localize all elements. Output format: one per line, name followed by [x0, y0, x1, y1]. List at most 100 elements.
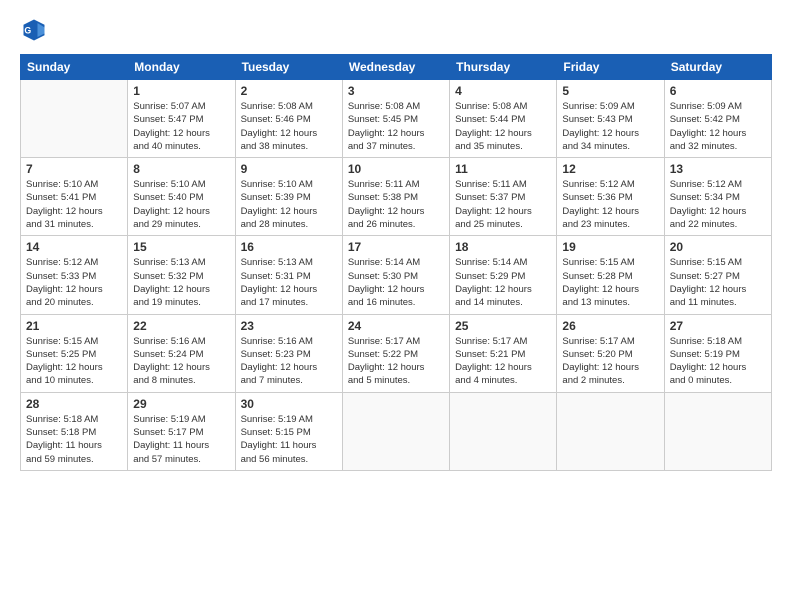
- day-cell: 3 Sunrise: 5:08 AM Sunset: 5:45 PM Daylig…: [342, 80, 449, 158]
- day-cell: 30 Sunrise: 5:19 AM Sunset: 5:15 PM Dayli…: [235, 392, 342, 470]
- day-info: Sunrise: 5:10 AM Sunset: 5:41 PM Dayligh…: [26, 178, 122, 231]
- day-number: 24: [348, 319, 444, 333]
- day-info: Sunrise: 5:08 AM Sunset: 5:46 PM Dayligh…: [241, 100, 337, 153]
- day-number: 19: [562, 240, 658, 254]
- day-cell: [450, 392, 557, 470]
- day-cell: 2 Sunrise: 5:08 AM Sunset: 5:46 PM Daylig…: [235, 80, 342, 158]
- day-info: Sunrise: 5:13 AM Sunset: 5:32 PM Dayligh…: [133, 256, 229, 309]
- day-number: 7: [26, 162, 122, 176]
- day-header-saturday: Saturday: [664, 55, 771, 80]
- day-info: Sunrise: 5:15 AM Sunset: 5:27 PM Dayligh…: [670, 256, 766, 309]
- logo: G: [20, 16, 52, 44]
- day-cell: 22Sunrise: 5:16 AM Sunset: 5:24 PM Dayli…: [128, 314, 235, 392]
- day-info: Sunrise: 5:09 AM Sunset: 5:43 PM Dayligh…: [562, 100, 658, 153]
- day-info: Sunrise: 5:08 AM Sunset: 5:45 PM Dayligh…: [348, 100, 444, 153]
- day-number: 21: [26, 319, 122, 333]
- day-cell: 6 Sunrise: 5:09 AM Sunset: 5:42 PM Daylig…: [664, 80, 771, 158]
- day-cell: 19 Sunrise: 5:15 AM Sunset: 5:28 PM Dayli…: [557, 236, 664, 314]
- day-cell: 9Sunrise: 5:10 AM Sunset: 5:39 PM Daylig…: [235, 158, 342, 236]
- day-number: 5: [562, 84, 658, 98]
- day-info: Sunrise: 5:13 AM Sunset: 5:31 PM Dayligh…: [241, 256, 337, 309]
- day-cell: 20 Sunrise: 5:15 AM Sunset: 5:27 PM Dayli…: [664, 236, 771, 314]
- day-number: 13: [670, 162, 766, 176]
- day-info: Sunrise: 5:17 AM Sunset: 5:21 PM Dayligh…: [455, 335, 551, 388]
- day-number: 30: [241, 397, 337, 411]
- day-cell: 1 Sunrise: 5:07 AM Sunset: 5:47 PM Daylig…: [128, 80, 235, 158]
- day-cell: 28 Sunrise: 5:18 AM Sunset: 5:18 PM Dayli…: [21, 392, 128, 470]
- day-number: 25: [455, 319, 551, 333]
- week-row-3: 14 Sunrise: 5:12 AM Sunset: 5:33 PM Dayli…: [21, 236, 772, 314]
- day-number: 20: [670, 240, 766, 254]
- day-cell: 5 Sunrise: 5:09 AM Sunset: 5:43 PM Daylig…: [557, 80, 664, 158]
- day-number: 15: [133, 240, 229, 254]
- day-number: 18: [455, 240, 551, 254]
- day-info: Sunrise: 5:12 AM Sunset: 5:34 PM Dayligh…: [670, 178, 766, 231]
- week-row-5: 28 Sunrise: 5:18 AM Sunset: 5:18 PM Dayli…: [21, 392, 772, 470]
- calendar-header: SundayMondayTuesdayWednesdayThursdayFrid…: [21, 55, 772, 80]
- day-info: Sunrise: 5:09 AM Sunset: 5:42 PM Dayligh…: [670, 100, 766, 153]
- day-number: 1: [133, 84, 229, 98]
- day-cell: 16Sunrise: 5:13 AM Sunset: 5:31 PM Dayli…: [235, 236, 342, 314]
- day-info: Sunrise: 5:10 AM Sunset: 5:40 PM Dayligh…: [133, 178, 229, 231]
- day-number: 11: [455, 162, 551, 176]
- day-info: Sunrise: 5:16 AM Sunset: 5:23 PM Dayligh…: [241, 335, 337, 388]
- day-cell: [21, 80, 128, 158]
- day-info: Sunrise: 5:07 AM Sunset: 5:47 PM Dayligh…: [133, 100, 229, 153]
- day-cell: 12 Sunrise: 5:12 AM Sunset: 5:36 PM Dayli…: [557, 158, 664, 236]
- day-info: Sunrise: 5:15 AM Sunset: 5:28 PM Dayligh…: [562, 256, 658, 309]
- day-cell: 27 Sunrise: 5:18 AM Sunset: 5:19 PM Dayli…: [664, 314, 771, 392]
- day-info: Sunrise: 5:19 AM Sunset: 5:15 PM Dayligh…: [241, 413, 337, 466]
- page: G SundayMondayTuesdayWednesdayThursdayFr…: [0, 0, 792, 612]
- day-number: 3: [348, 84, 444, 98]
- day-cell: 25 Sunrise: 5:17 AM Sunset: 5:21 PM Dayli…: [450, 314, 557, 392]
- day-number: 14: [26, 240, 122, 254]
- day-cell: 17 Sunrise: 5:14 AM Sunset: 5:30 PM Dayli…: [342, 236, 449, 314]
- day-info: Sunrise: 5:11 AM Sunset: 5:38 PM Dayligh…: [348, 178, 444, 231]
- day-number: 22: [133, 319, 229, 333]
- header: G: [20, 16, 772, 44]
- calendar: SundayMondayTuesdayWednesdayThursdayFrid…: [20, 54, 772, 471]
- day-cell: 18Sunrise: 5:14 AM Sunset: 5:29 PM Dayli…: [450, 236, 557, 314]
- day-header-wednesday: Wednesday: [342, 55, 449, 80]
- day-info: Sunrise: 5:18 AM Sunset: 5:18 PM Dayligh…: [26, 413, 122, 466]
- week-row-1: 1 Sunrise: 5:07 AM Sunset: 5:47 PM Daylig…: [21, 80, 772, 158]
- day-cell: [342, 392, 449, 470]
- day-info: Sunrise: 5:12 AM Sunset: 5:33 PM Dayligh…: [26, 256, 122, 309]
- day-cell: 23 Sunrise: 5:16 AM Sunset: 5:23 PM Dayli…: [235, 314, 342, 392]
- day-cell: 29Sunrise: 5:19 AM Sunset: 5:17 PM Dayli…: [128, 392, 235, 470]
- header-row: SundayMondayTuesdayWednesdayThursdayFrid…: [21, 55, 772, 80]
- day-number: 27: [670, 319, 766, 333]
- day-number: 17: [348, 240, 444, 254]
- day-number: 23: [241, 319, 337, 333]
- svg-text:G: G: [24, 26, 31, 36]
- day-info: Sunrise: 5:12 AM Sunset: 5:36 PM Dayligh…: [562, 178, 658, 231]
- day-info: Sunrise: 5:15 AM Sunset: 5:25 PM Dayligh…: [26, 335, 122, 388]
- day-info: Sunrise: 5:08 AM Sunset: 5:44 PM Dayligh…: [455, 100, 551, 153]
- day-info: Sunrise: 5:18 AM Sunset: 5:19 PM Dayligh…: [670, 335, 766, 388]
- day-cell: [557, 392, 664, 470]
- day-info: Sunrise: 5:11 AM Sunset: 5:37 PM Dayligh…: [455, 178, 551, 231]
- day-info: Sunrise: 5:10 AM Sunset: 5:39 PM Dayligh…: [241, 178, 337, 231]
- day-number: 2: [241, 84, 337, 98]
- day-cell: 4 Sunrise: 5:08 AM Sunset: 5:44 PM Daylig…: [450, 80, 557, 158]
- day-cell: 11 Sunrise: 5:11 AM Sunset: 5:37 PM Dayli…: [450, 158, 557, 236]
- day-info: Sunrise: 5:17 AM Sunset: 5:20 PM Dayligh…: [562, 335, 658, 388]
- day-cell: 10 Sunrise: 5:11 AM Sunset: 5:38 PM Dayli…: [342, 158, 449, 236]
- day-cell: 26Sunrise: 5:17 AM Sunset: 5:20 PM Dayli…: [557, 314, 664, 392]
- day-info: Sunrise: 5:17 AM Sunset: 5:22 PM Dayligh…: [348, 335, 444, 388]
- day-cell: 7 Sunrise: 5:10 AM Sunset: 5:41 PM Daylig…: [21, 158, 128, 236]
- day-number: 12: [562, 162, 658, 176]
- day-number: 6: [670, 84, 766, 98]
- day-header-thursday: Thursday: [450, 55, 557, 80]
- day-info: Sunrise: 5:14 AM Sunset: 5:30 PM Dayligh…: [348, 256, 444, 309]
- day-number: 28: [26, 397, 122, 411]
- logo-icon: G: [20, 16, 48, 44]
- day-number: 4: [455, 84, 551, 98]
- day-number: 10: [348, 162, 444, 176]
- day-cell: 24 Sunrise: 5:17 AM Sunset: 5:22 PM Dayli…: [342, 314, 449, 392]
- day-cell: 8Sunrise: 5:10 AM Sunset: 5:40 PM Daylig…: [128, 158, 235, 236]
- week-row-4: 21 Sunrise: 5:15 AM Sunset: 5:25 PM Dayli…: [21, 314, 772, 392]
- day-info: Sunrise: 5:19 AM Sunset: 5:17 PM Dayligh…: [133, 413, 229, 466]
- day-cell: 21 Sunrise: 5:15 AM Sunset: 5:25 PM Dayli…: [21, 314, 128, 392]
- day-cell: 13 Sunrise: 5:12 AM Sunset: 5:34 PM Dayli…: [664, 158, 771, 236]
